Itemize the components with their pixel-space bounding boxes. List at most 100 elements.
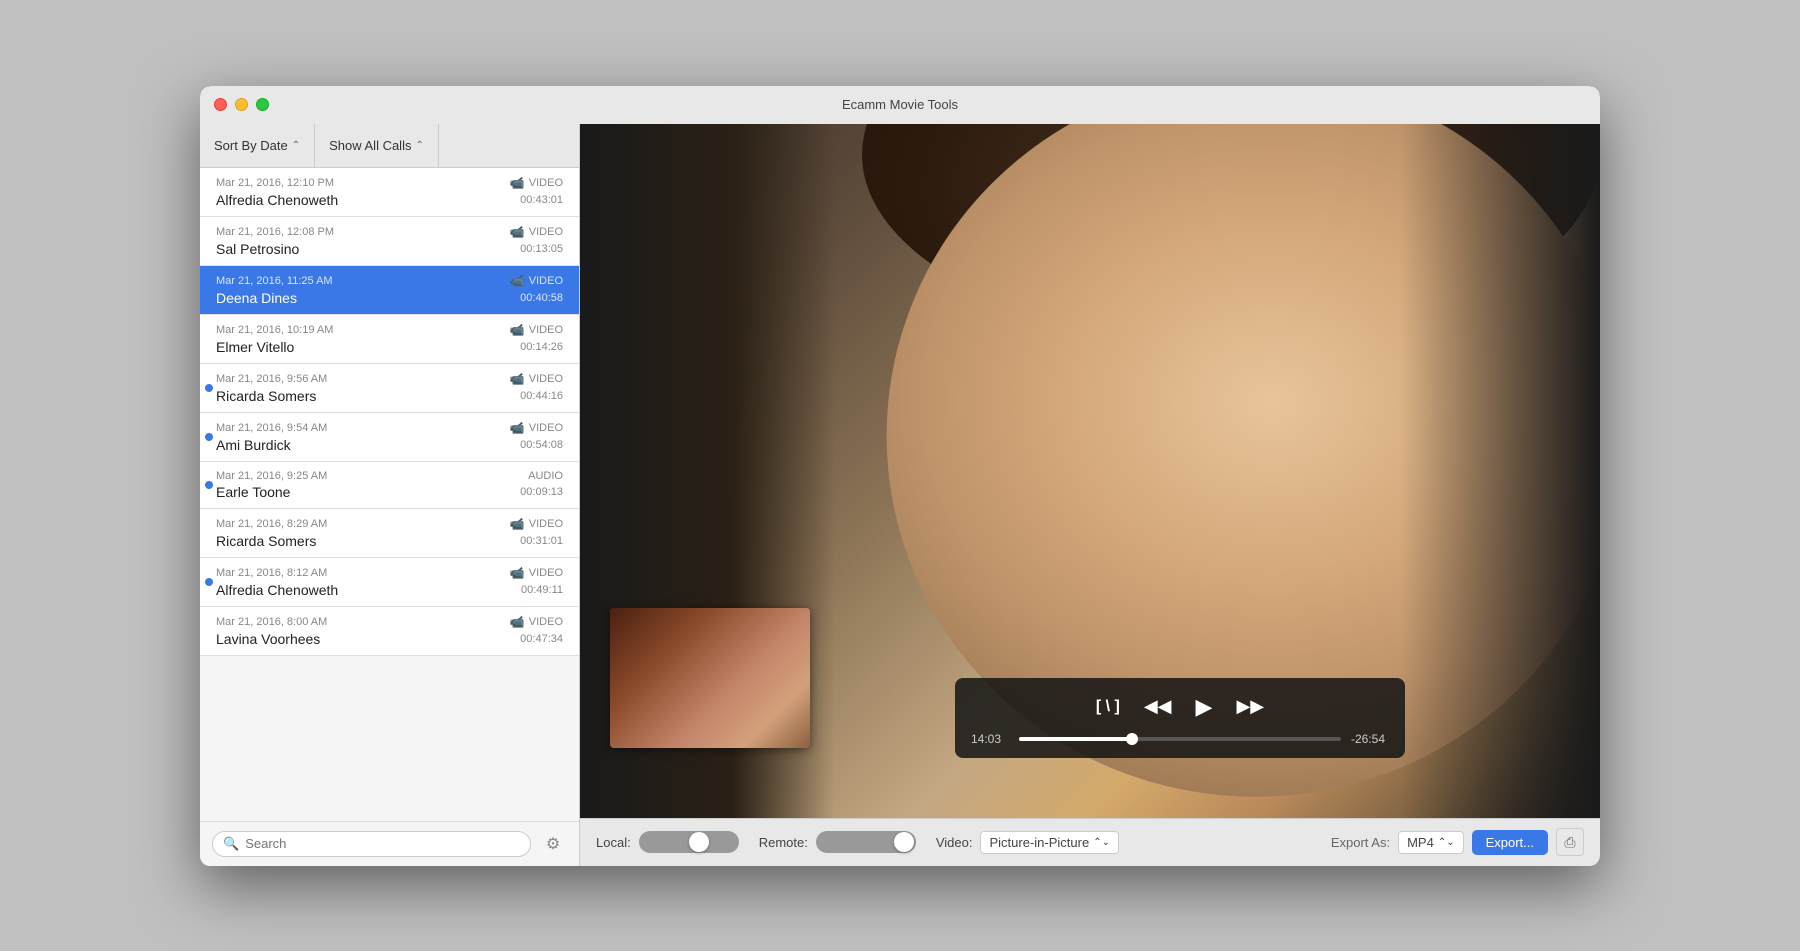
call-duration: 00:13:05 bbox=[520, 243, 563, 255]
minimize-button[interactable] bbox=[235, 98, 248, 111]
call-item-header: Mar 21, 2016, 9:25 AMAUDIO bbox=[216, 470, 563, 482]
call-item-header: Mar 21, 2016, 8:12 AM📹VIDEO bbox=[216, 566, 563, 580]
call-type-badge: 📹 VIDEO bbox=[510, 176, 563, 190]
search-icon: 🔍 bbox=[223, 836, 239, 852]
call-name-row: Elmer Vitello00:14:26 bbox=[216, 339, 563, 355]
video-area: [ \ ] ◀◀ ▶ ▶▶ 14:03 bbox=[580, 124, 1600, 866]
call-duration: 00:09:13 bbox=[520, 486, 563, 498]
sort-by-date-label: Sort By Date bbox=[214, 138, 288, 153]
video-icon: 📹 bbox=[510, 421, 525, 435]
bracket-button[interactable]: [ \ ] bbox=[1092, 694, 1124, 720]
video-mode-label: Video: bbox=[936, 835, 973, 850]
window-controls bbox=[214, 98, 269, 111]
fast-forward-button[interactable]: ▶▶ bbox=[1232, 692, 1268, 721]
sort-by-date-button[interactable]: Sort By Date ⌃ bbox=[200, 124, 315, 167]
call-item[interactable]: Mar 21, 2016, 8:00 AM📹VIDEOLavina Voorhe… bbox=[200, 607, 579, 656]
unread-dot bbox=[205, 433, 213, 441]
export-format-select[interactable]: MP4 ⌃⌄ bbox=[1398, 831, 1464, 854]
call-name-row: Lavina Voorhees00:47:34 bbox=[216, 631, 563, 647]
call-type-label: VIDEO bbox=[529, 422, 563, 434]
search-input[interactable] bbox=[245, 836, 520, 851]
progress-row: 14:03 -26:54 bbox=[971, 732, 1389, 746]
call-type-label: VIDEO bbox=[529, 373, 563, 385]
call-item[interactable]: Mar 21, 2016, 12:08 PM 📹VIDEO Sal Petrosin… bbox=[200, 217, 579, 266]
call-item[interactable]: Mar 21, 2016, 8:12 AM📹VIDEO Alfredia Chen… bbox=[200, 558, 579, 607]
main-content: Sort By Date ⌃ Show All Calls ⌃ Mar 21, … bbox=[200, 124, 1600, 866]
sort-chevron-icon: ⌃ bbox=[292, 140, 300, 151]
call-date: Mar 21, 2016, 10:19 AM bbox=[216, 324, 333, 336]
export-format-chevron-icon: ⌃⌄ bbox=[1438, 837, 1455, 848]
call-type-label: VIDEO bbox=[529, 177, 563, 189]
call-item[interactable]: Mar 21, 2016, 9:25 AMAUDIO Earle Toone 00:… bbox=[200, 462, 579, 509]
call-date: Mar 21, 2016, 12:08 PM bbox=[216, 226, 334, 238]
call-name-row: Earle Toone 00:09:13 bbox=[216, 484, 563, 500]
call-name-row: Deena Dines00:40:58 bbox=[216, 290, 563, 306]
call-name-row: Alfredia Chenoweth00:49:11 bbox=[216, 582, 563, 598]
search-bar: 🔍 ⚙ bbox=[200, 821, 579, 866]
call-date: Mar 21, 2016, 9:54 AM bbox=[216, 422, 327, 434]
gear-button[interactable]: ⚙ bbox=[539, 830, 567, 858]
call-item[interactable]: Mar 21, 2016, 11:25 AM📹VIDEO Deena Dines0… bbox=[200, 266, 579, 315]
call-item-header: Mar 21, 2016, 11:25 AM📹VIDEO bbox=[216, 274, 563, 288]
export-format-value: MP4 bbox=[1407, 835, 1434, 850]
progress-bar[interactable] bbox=[1019, 737, 1341, 741]
call-type-badge: 📹VIDEO bbox=[510, 517, 563, 531]
call-type-badge: AUDIO bbox=[528, 470, 563, 482]
call-name-row: Ami Burdick00:54:08 bbox=[216, 437, 563, 453]
call-name: Ricarda Somers bbox=[216, 533, 316, 549]
titlebar: Ecamm Movie Tools bbox=[200, 86, 1600, 124]
call-name: Ricarda Somers bbox=[216, 388, 316, 404]
remote-volume-thumb bbox=[894, 832, 914, 852]
video-main: [ \ ] ◀◀ ▶ ▶▶ 14:03 bbox=[580, 124, 1600, 818]
video-mode-select[interactable]: Picture-in-Picture ⌃⌄ bbox=[980, 831, 1118, 854]
call-item[interactable]: Mar 21, 2016, 8:29 AM📹VIDEORicarda Somer… bbox=[200, 509, 579, 558]
call-type-badge: 📹VIDEO bbox=[510, 225, 563, 239]
call-item[interactable]: Mar 21, 2016, 10:19 AM 📹VIDEO Elmer Vitell… bbox=[200, 315, 579, 364]
maximize-button[interactable] bbox=[256, 98, 269, 111]
share-button[interactable]: ⎙ bbox=[1556, 828, 1584, 856]
call-type-label: VIDEO bbox=[529, 226, 563, 238]
video-icon: 📹 bbox=[510, 176, 525, 190]
player-controls: [ \ ] ◀◀ ▶ ▶▶ 14:03 bbox=[955, 678, 1405, 758]
export-button[interactable]: Export... bbox=[1472, 830, 1548, 855]
call-type-badge: 📹 VIDEO bbox=[510, 421, 563, 435]
call-item[interactable]: Mar 21, 2016, 9:56 AM📹VIDEORicarda Somer… bbox=[200, 364, 579, 413]
current-time: 14:03 bbox=[971, 732, 1009, 746]
call-name-row: Ricarda Somers00:44:16 bbox=[216, 388, 563, 404]
call-type-badge: 📹VIDEO bbox=[510, 323, 563, 337]
search-input-wrapper[interactable]: 🔍 bbox=[212, 831, 531, 857]
call-item[interactable]: Mar 21, 2016, 9:54 AM 📹 VIDEO Ami Burdick00… bbox=[200, 413, 579, 462]
rewind-button[interactable]: ◀◀ bbox=[1140, 692, 1176, 721]
call-item[interactable]: Mar 21, 2016, 12:10 PM📹VIDEOAlfredia Che… bbox=[200, 168, 579, 217]
call-name: Sal Petrosino bbox=[216, 241, 299, 257]
sidebar-toolbar: Sort By Date ⌃ Show All Calls ⌃ bbox=[200, 124, 579, 168]
call-name: Earle Toone bbox=[216, 484, 290, 500]
call-name: Deena Dines bbox=[216, 290, 297, 306]
remote-volume-control: Remote: bbox=[759, 831, 916, 853]
pip-faces bbox=[610, 608, 810, 748]
show-all-calls-button[interactable]: Show All Calls ⌃ bbox=[315, 124, 439, 167]
unread-dot bbox=[205, 578, 213, 586]
window-title: Ecamm Movie Tools bbox=[842, 97, 958, 112]
pip-thumbnail bbox=[610, 608, 810, 748]
close-button[interactable] bbox=[214, 98, 227, 111]
video-icon: 📹 bbox=[510, 517, 525, 531]
call-type-label: VIDEO bbox=[529, 616, 563, 628]
export-as-label: Export As: bbox=[1331, 835, 1390, 850]
call-item-header: Mar 21, 2016, 12:08 PM 📹VIDEO bbox=[216, 225, 563, 239]
remote-volume-slider[interactable] bbox=[816, 831, 916, 853]
play-button[interactable]: ▶ bbox=[1192, 690, 1217, 724]
video-mode-value: Picture-in-Picture bbox=[989, 835, 1089, 850]
call-duration: 00:31:01 bbox=[520, 535, 563, 547]
call-name-row: Alfredia Chenoweth00:43:01 bbox=[216, 192, 563, 208]
call-date: Mar 21, 2016, 8:00 AM bbox=[216, 616, 327, 628]
remaining-time: -26:54 bbox=[1351, 732, 1389, 746]
bottom-bar: Local: Remote: Video: Picture-in-Picture bbox=[580, 818, 1600, 866]
call-item-header: Mar 21, 2016, 12:10 PM📹VIDEO bbox=[216, 176, 563, 190]
fast-forward-icon: ▶▶ bbox=[1236, 696, 1264, 717]
local-volume-slider[interactable] bbox=[639, 831, 739, 853]
call-type-badge: 📹VIDEO bbox=[510, 566, 563, 580]
video-bg-dark-right bbox=[1400, 124, 1600, 818]
call-name: Ami Burdick bbox=[216, 437, 291, 453]
progress-fill bbox=[1019, 737, 1132, 741]
